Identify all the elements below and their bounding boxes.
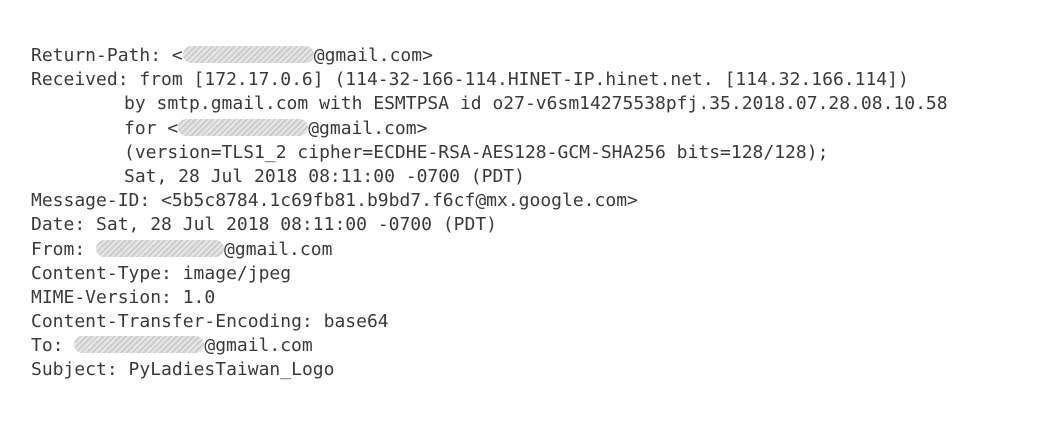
header-value: 1.0 xyxy=(182,286,216,308)
header-value: PyLadiesTaiwan_Logo xyxy=(128,359,335,381)
header-value: base64 xyxy=(323,311,389,333)
header-value: <5b5c8784.1c69fb81.b9bd7.f6cf@mx.google.… xyxy=(161,190,638,212)
return-path-header: Return-Path: < @gmail.com> xyxy=(31,45,433,66)
content-transfer-encoding-header: Content-Transfer-Encoding: base64 xyxy=(31,310,948,334)
subject-header: Subject: PyLadiesTaiwan_Logo xyxy=(31,358,948,382)
redacted-email-user xyxy=(96,239,225,257)
received-for: for < @gmail.com> xyxy=(124,117,428,139)
mime-version-header: MIME-Version: 1.0 xyxy=(31,286,948,310)
header-value: image/jpeg xyxy=(182,262,292,284)
redacted-email-user xyxy=(182,46,314,63)
header-value: @gmail.com xyxy=(204,335,313,357)
to-header: To: @gmail.com xyxy=(31,334,948,358)
header-label: Message-ID: xyxy=(31,190,162,212)
header-label: Content-Transfer-Encoding: xyxy=(31,311,324,333)
received-from: from [172.17.0.6] (114-32-166-114.HINET-… xyxy=(139,69,909,91)
redacted-email-user xyxy=(178,118,309,136)
email-headers: Return-Path: < @gmail.com> Received: from… xyxy=(31,44,948,383)
content-type-header: Content-Type: image/jpeg xyxy=(31,262,948,286)
message-id-header: Message-ID: <5b5c8784.1c69fb81.b9bd7.f6c… xyxy=(31,189,948,213)
received-by: by smtp.gmail.com with ESMTPSA id o27-v6… xyxy=(124,93,948,115)
header-label: From: xyxy=(31,238,97,260)
header-label: To: xyxy=(31,335,75,357)
header-label: Date: xyxy=(31,214,97,236)
header-value: Sat, 28 Jul 2018 08:11:00 -0700 (PDT) xyxy=(96,214,497,236)
header-label: Subject: xyxy=(31,359,129,381)
header-label: MIME-Version: xyxy=(31,286,183,308)
header-value: @gmail.com xyxy=(224,238,333,260)
header-label: Content-Type: xyxy=(31,262,183,284)
header-label: Return-Path: xyxy=(31,45,172,66)
date-header: Date: Sat, 28 Jul 2018 08:11:00 -0700 (P… xyxy=(31,213,948,237)
redacted-email-user xyxy=(74,336,205,354)
received-date: Sat, 28 Jul 2018 08:11:00 -0700 (PDT) xyxy=(124,165,525,187)
received-header: Received: from [172.17.0.6] (114-32-166-… xyxy=(31,68,948,92)
header-label: Received: xyxy=(31,69,140,91)
received-tls: (version=TLS1_2 cipher=ECDHE-RSA-AES128-… xyxy=(124,141,829,163)
from-header: From: @gmail.com xyxy=(31,238,948,262)
